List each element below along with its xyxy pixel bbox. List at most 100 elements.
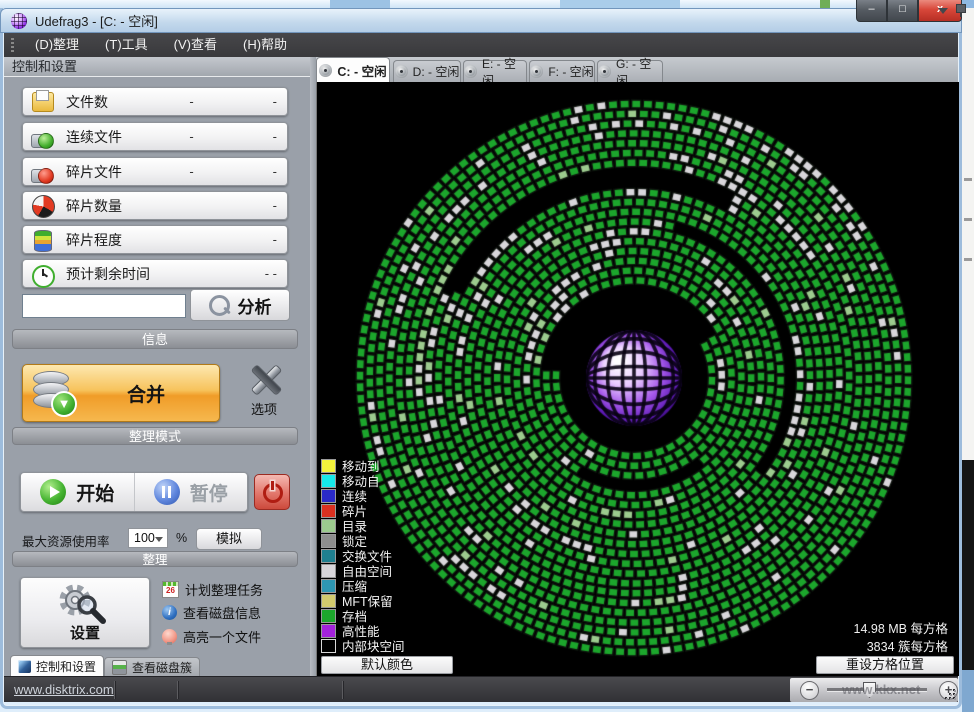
stat-value: - [273,94,277,109]
legend-swatch-free-space [321,564,336,578]
stat-row-fragment-degree[interactable]: 碎片程度 - [22,225,288,254]
legend-swatch-archive [321,609,336,623]
stopwatch-icon [30,262,54,286]
merge-button[interactable]: ▼ 合并 [22,364,220,422]
stat-row-file-count[interactable]: 文件数 - - [22,87,288,116]
quick-item-label: 计划整理任务 [185,580,263,599]
disk-icon [395,65,408,78]
zoom-slider-panel: − + [790,678,958,702]
start-label: 开始 [76,479,114,506]
resource-usage-select[interactable]: 100 [128,528,168,548]
resource-usage-label: 最大资源使用率 [22,531,110,550]
zoom-slider-thumb[interactable] [863,682,876,698]
search-input[interactable] [22,294,186,318]
drive-tab-f[interactable]: F: - 空闲 [529,60,595,82]
legend-swatch-internal-block [321,639,336,653]
settings-button[interactable]: 设置 [20,577,150,648]
stat-row-fragment-count[interactable]: 碎片数量 - [22,191,288,220]
legend-swatch-contiguous [321,489,336,503]
resize-grip[interactable] [944,688,956,700]
pause-label: 暂停 [190,479,228,506]
mb-per-square-label: 14.98 MB 每方格 [854,618,948,637]
title-bar[interactable]: Udefrag3 - [C: - 空闲] [0,8,962,33]
legend-swatch-mft-reserved [321,594,336,608]
stat-row-time-remaining[interactable]: 预计剩余时间 - - [22,259,288,288]
app-icon [11,13,27,29]
zoom-out-button[interactable]: − [800,681,819,700]
stat-row-fragmented-files[interactable]: 碎片文件 - - [22,157,288,186]
play-icon [40,479,66,505]
stat-label: 文件数 [66,92,108,112]
drive-tab-e[interactable]: E: - 空闲 [463,60,527,82]
stat-value: - - [265,266,277,281]
lightbulb-icon [162,629,177,644]
merge-label: 合并 [73,380,219,407]
drive-tab-label: C: - 空闲 [337,61,386,80]
disk-map-canvas[interactable] [317,82,959,676]
legend-swatch-directory [321,519,336,533]
control-tab-icon [18,660,31,673]
stat-value: - [189,94,193,109]
default-colors-button[interactable]: 默认颜色 [321,656,453,674]
stat-value: - [273,198,277,213]
legend-item: 内部块空间 [321,638,405,653]
maximize-button[interactable]: □ [887,0,918,22]
percent-label: % [176,531,187,545]
stat-value: - [189,164,193,179]
legend-swatch-locked [321,534,336,548]
tab-label: 控制和设置 [36,658,96,675]
status-separator [342,681,343,699]
zoom-slider-track[interactable] [827,688,927,692]
settings-label: 设置 [21,622,149,643]
menu-tools[interactable]: (T)工具 [92,33,161,57]
background-right-sliver [962,8,974,712]
options-label[interactable]: 选项 [244,399,284,418]
tab-view-clusters[interactable]: 查看磁盘簇 [104,657,200,676]
stat-label: 碎片程度 [66,230,122,250]
drive-tab-c[interactable]: C: - 空闲 [316,57,390,82]
mode-caption: 整理模式 [12,427,298,445]
disk-info-item[interactable]: i 查看磁盘信息 [162,603,302,621]
legend-swatch-fragment [321,504,336,518]
options-icon[interactable] [246,360,282,396]
menu-view[interactable]: (V)查看 [161,33,230,57]
power-icon [263,483,283,503]
screen: Udefrag3 - [C: - 空闲] – □ x (D)整理 (T)工具 (… [0,0,974,712]
pin-icon[interactable] [956,4,966,13]
analyze-button[interactable]: 分析 [190,289,290,321]
menu-grip-handle[interactable] [11,38,14,52]
legend-swatch-swap-file [321,549,336,563]
pause-button[interactable]: 暂停 [135,473,248,511]
legend-swatch-compressed [321,579,336,593]
minimize-button[interactable]: – [856,0,887,22]
pause-icon [154,479,180,505]
stat-label: 预计剩余时间 [66,264,150,284]
database-merge-icon: ▼ [33,371,73,415]
search-icon [209,295,230,316]
chevron-down-icon[interactable] [938,8,948,14]
stat-label: 碎片数量 [66,196,122,216]
drive-tab-d[interactable]: D: - 空闲 [393,60,461,82]
quick-item-label: 高亮一个文件 [183,627,261,646]
arrow-down-icon: ▼ [51,391,77,417]
menu-defrag[interactable]: (D)整理 [22,33,92,57]
drive-tab-g[interactable]: G: - 空闲 [597,60,663,82]
drive-tab-label: D: - 空闲 [413,63,460,80]
schedule-task-item[interactable]: 26 计划整理任务 [162,580,302,598]
simulate-button[interactable]: 模拟 [196,528,262,550]
stop-button[interactable] [254,474,290,510]
start-button[interactable]: 开始 [21,473,135,511]
menu-help[interactable]: (H)帮助 [230,33,300,57]
disk-icon [319,64,332,77]
tab-control-settings[interactable]: 控制和设置 [10,655,104,676]
fragmented-files-icon [30,160,54,184]
menu-bar: (D)整理 (T)工具 (V)查看 (H)帮助 [4,33,958,57]
stat-row-contiguous-files[interactable]: 连续文件 - - [22,122,288,151]
disk-icon [598,65,611,78]
disktrix-link[interactable]: www.disktrix.com [14,682,114,697]
highlight-file-item[interactable]: 高亮一个文件 [162,627,302,645]
dock-header[interactable]: 控制和设置 [4,57,310,77]
info-icon: i [162,605,177,620]
run-controls: 开始 暂停 [20,472,248,512]
reset-square-positions-button[interactable]: 重设方格位置 [816,656,954,674]
